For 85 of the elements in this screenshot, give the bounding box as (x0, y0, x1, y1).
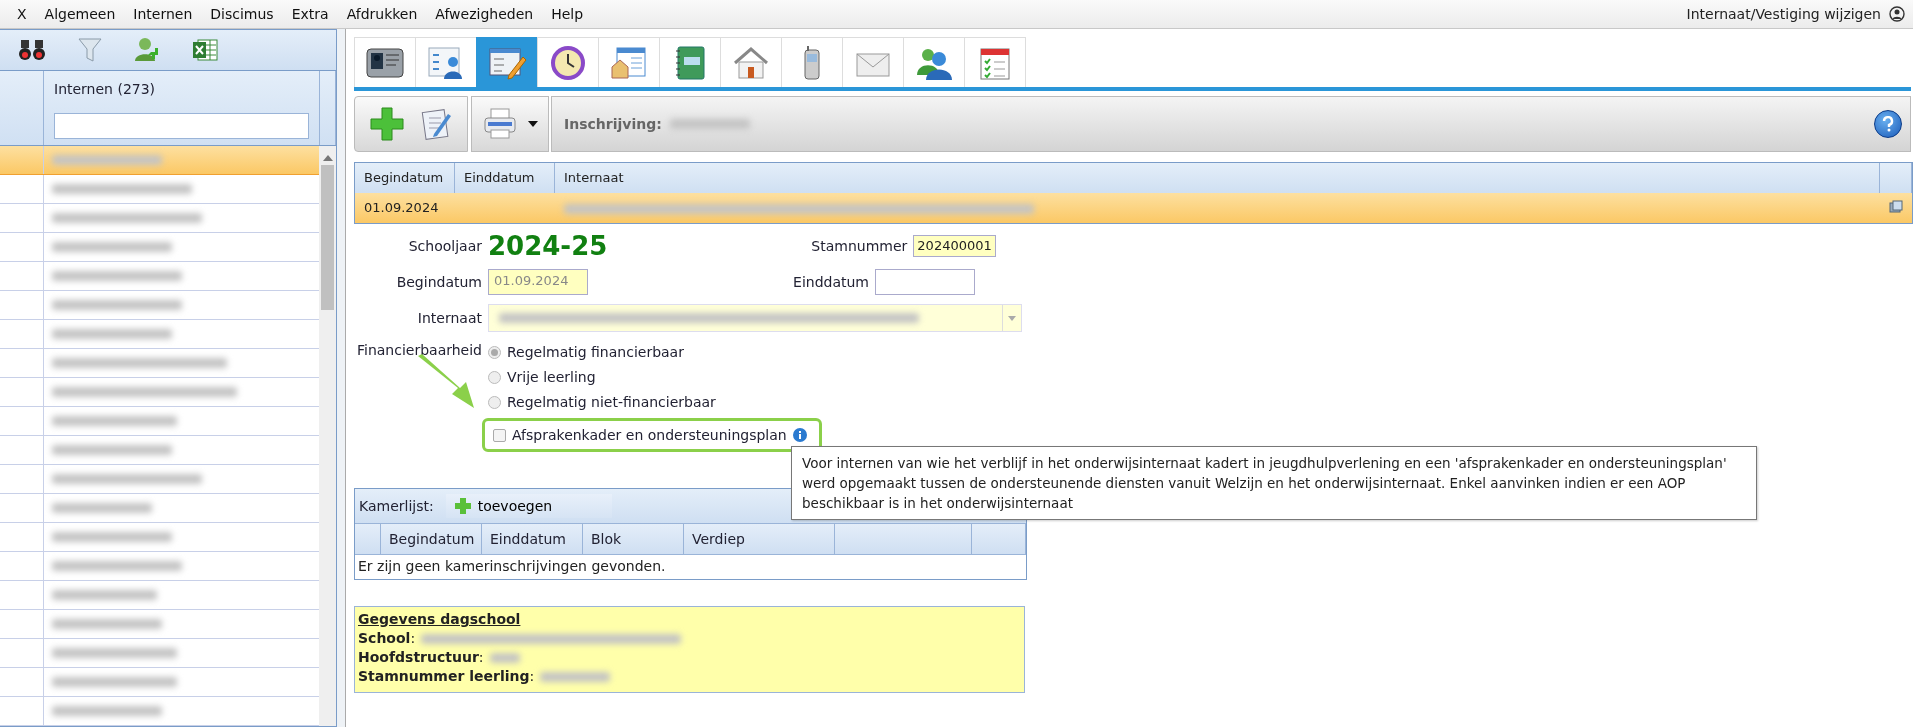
scrollbar[interactable] (319, 146, 337, 726)
list-row[interactable] (0, 552, 320, 581)
help-icon[interactable] (1874, 110, 1902, 138)
panel-title: Gegevens dagschool (358, 610, 522, 629)
list-row[interactable] (0, 581, 320, 610)
column-header: Internen (273) (44, 71, 321, 107)
field-label: Internaat (416, 310, 483, 326)
list-row[interactable] (0, 349, 320, 378)
menu-item[interactable]: Internen (124, 6, 202, 22)
list-row[interactable] (0, 204, 320, 233)
list-row[interactable] (0, 494, 320, 523)
radio-label[interactable]: Vrije leerling (507, 369, 596, 385)
radio-label[interactable]: Regelmatig financierbaar (507, 344, 684, 360)
room-list-label: Kamerlijst: (359, 498, 434, 514)
field-label: Schooljaar (407, 238, 483, 254)
field-label: Begindatum (395, 274, 483, 290)
start-date-field[interactable]: 01.09.2024 (488, 269, 588, 295)
tooltip: Voor internen van wie het verblijf in het onderwijsinternaat kadert in jeugdhulpverlening en een 'afsprakenkader en ondersteuningsplan' werd opgemaakt tussen de ondersteunende diensten vanuit Welzijn en het onderwijsinternaat. Enkel aanvinken indien er een AOP beschikbaar is in het onderwijsinternaat (791, 446, 1757, 520)
house-window-icon (609, 44, 649, 81)
menu-item[interactable]: Algemeen (35, 6, 125, 22)
edit-icon[interactable] (421, 106, 453, 142)
field-label: Stamnummer (810, 238, 909, 254)
list-row[interactable] (0, 233, 320, 262)
redacted-text (540, 671, 611, 682)
list-row[interactable] (0, 639, 320, 668)
printer-icon[interactable] (482, 106, 518, 142)
school-year-value: 2024-25 (488, 231, 608, 261)
column-header: Einddatum (482, 524, 583, 554)
registration-label: Inschrijving: (564, 116, 662, 132)
menu-item[interactable]: Afdrukken (337, 6, 427, 22)
menu-item[interactable]: Help (542, 6, 593, 22)
table-cell: 01.09.2024 (364, 200, 439, 215)
add-icon[interactable] (369, 106, 405, 142)
list-row[interactable] (0, 523, 320, 552)
menu-item[interactable]: X (8, 6, 36, 22)
radio-button[interactable] (488, 370, 501, 384)
switch-location-link[interactable]: Internaat/Vestiging wijzigen (1686, 6, 1881, 22)
person-add-icon[interactable] (134, 37, 160, 63)
dropdown-arrow-icon[interactable] (528, 121, 538, 127)
table-row[interactable]: 01.09.2024 (355, 193, 1912, 223)
radio-button[interactable] (488, 345, 501, 359)
info-icon[interactable] (792, 428, 807, 442)
list-row[interactable] (0, 407, 320, 436)
house-icon (731, 44, 771, 81)
splitter[interactable] (337, 29, 346, 727)
radio-label[interactable]: Regelmatig niet-financierbaar (507, 394, 716, 410)
list-row[interactable] (0, 465, 320, 494)
end-date-field[interactable] (875, 269, 975, 295)
list-row[interactable] (0, 610, 320, 639)
checkbox[interactable] (493, 428, 506, 442)
list-row[interactable] (0, 697, 320, 726)
column-header: Blok (583, 524, 684, 554)
redacted-text (489, 652, 520, 663)
menu-item[interactable]: Discimus (201, 6, 283, 22)
list-row[interactable] (0, 378, 320, 407)
list-row[interactable] (0, 146, 320, 175)
column-header: Verdiep (684, 524, 835, 554)
menu-item[interactable]: Extra (282, 6, 338, 22)
list-row[interactable] (0, 436, 320, 465)
spreadsheet-icon[interactable] (192, 38, 218, 62)
field-label: Financierbaarheid (355, 342, 483, 358)
add-button[interactable]: toevoegen (445, 494, 613, 518)
radio-button[interactable] (488, 395, 501, 409)
list-row[interactable] (0, 262, 320, 291)
field-label: Einddatum (792, 274, 870, 290)
filter-field[interactable] (54, 113, 310, 139)
field-label: Hoofdstructuur: (358, 648, 484, 667)
list-row[interactable] (0, 175, 320, 204)
checkbox-label[interactable]: Afsprakenkader en ondersteuningsplan (512, 427, 787, 443)
field-label: Stamnummer leerling: (358, 667, 535, 686)
plus-icon (453, 497, 472, 515)
user-icon[interactable] (1889, 6, 1905, 22)
list-row[interactable] (0, 668, 320, 697)
empty-message: Er zijn geen kamerinschrijvingen gevonden. (357, 557, 667, 576)
list-row[interactable] (0, 291, 320, 320)
field-label: School: (358, 629, 416, 648)
column-header: Begindatum (381, 524, 482, 554)
boarding-school-dropdown[interactable] (488, 304, 1022, 332)
registration-number-field[interactable]: 202400001 (913, 235, 996, 257)
list-row[interactable] (0, 320, 320, 349)
row-detail-icon[interactable] (1889, 200, 1903, 214)
binoculars-icon[interactable] (18, 38, 46, 62)
menu-item[interactable]: Afwezigheden (426, 6, 543, 22)
filter-icon[interactable] (78, 37, 102, 63)
alarm-clock-icon (548, 44, 588, 81)
